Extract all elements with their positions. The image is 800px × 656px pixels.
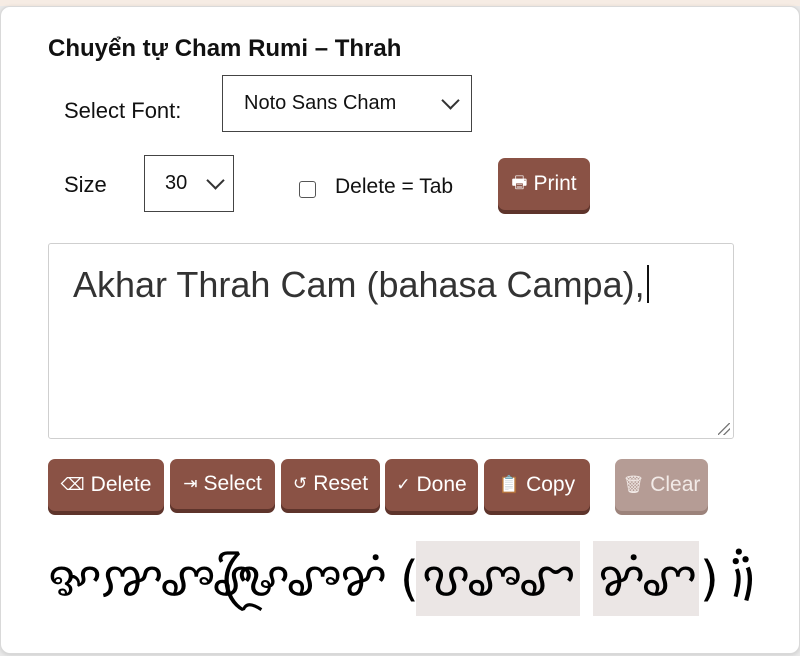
clear-button-label: Clear <box>650 473 701 496</box>
print-button-label: Print <box>533 172 577 195</box>
done-button[interactable]: ✓ Done <box>385 459 478 511</box>
input-textarea[interactable]: Akhar Thrah Cam (bahasa Campa), <box>48 243 734 439</box>
clipboard-icon: 📋 <box>498 475 521 495</box>
delete-tab-checkbox[interactable] <box>299 181 316 198</box>
reset-icon: ↺ <box>292 474 308 494</box>
copy-button[interactable]: 📋 Copy <box>484 459 590 511</box>
font-select-label: Select Font: <box>64 98 182 123</box>
tab-arrow-icon: ⇥ <box>183 474 198 494</box>
size-select-value: 30 <box>165 172 188 194</box>
print-button[interactable]: 🖶 Print <box>498 158 590 210</box>
size-select-label: Size <box>64 172 107 197</box>
select-button[interactable]: ⇥ Select <box>170 459 275 509</box>
printer-icon: 🖶 <box>511 172 528 193</box>
delete-tab-label: Delete = Tab <box>335 175 454 198</box>
output-open-paren: ( <box>400 551 419 607</box>
output-danda: ꩞ <box>728 551 760 607</box>
delete-button[interactable]: ⌫ Delete <box>48 459 164 511</box>
done-button-label: Done <box>416 473 467 496</box>
trash-icon: 🗑 <box>622 475 645 495</box>
text-caret <box>646 265 649 303</box>
checkmark-icon: ✓ <box>396 475 411 495</box>
output-word: ꨌꩌ <box>340 551 388 607</box>
size-select[interactable]: 30 <box>144 155 234 212</box>
backspace-icon: ⌫ <box>60 475 85 495</box>
output-close-paren: ) <box>700 551 719 607</box>
select-button-label: Select <box>203 472 262 495</box>
chevron-down-icon <box>441 91 460 110</box>
copy-button-label: Copy <box>526 473 576 496</box>
output-word: ꨔꨴꨨ <box>218 551 343 607</box>
delete-button-label: Delete <box>90 473 152 496</box>
transliteration-panel: Chuyển tự Cham Rumi – Thrah Select Font:… <box>0 6 800 654</box>
output-word: ꨌꩌꨚ <box>598 551 698 607</box>
reset-button[interactable]: ↺ Reset <box>281 459 380 509</box>
panel-title: Chuyển tự Cham Rumi – Thrah <box>48 35 402 62</box>
output-word: ꨝꨨꨧ <box>422 551 576 607</box>
font-select-value: Noto Sans Cham <box>244 92 397 114</box>
reset-button-label: Reset <box>313 472 369 495</box>
resize-grip-icon[interactable] <box>718 423 730 435</box>
font-select[interactable]: Noto Sans Cham <box>222 75 472 132</box>
chevron-down-icon <box>206 171 225 190</box>
cham-output: ꨀꨇꨨꨣ ꨔꨴꨨ ꨌꩌ ( ꨝꨨꨧ ꨌꩌꨚ ) ꩞ <box>48 541 760 617</box>
clear-button[interactable]: 🗑 Clear <box>615 459 708 511</box>
input-text: Akhar Thrah Cam (bahasa Campa), <box>73 264 645 305</box>
